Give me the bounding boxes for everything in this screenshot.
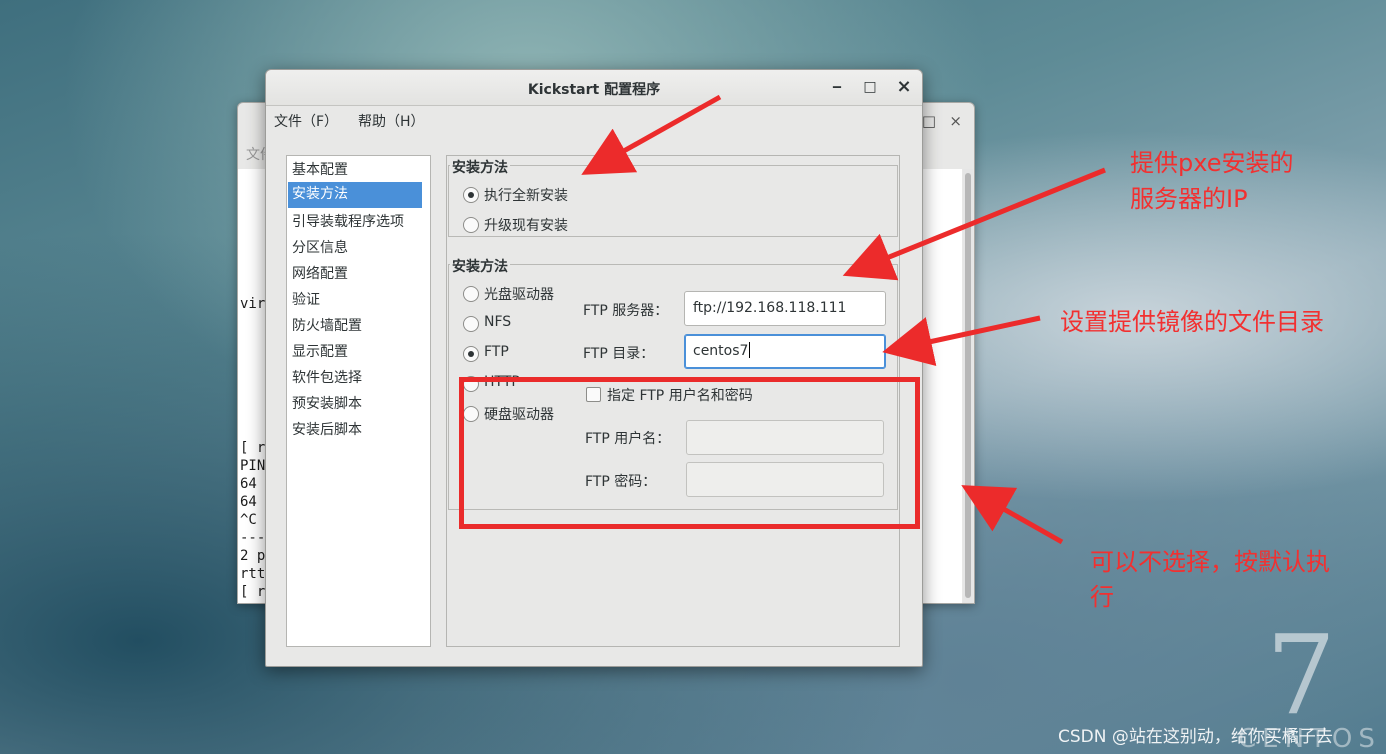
- arrow-to-ftp-dir: [882, 315, 1041, 366]
- annotation-server-ip-line1: 提供pxe安装的: [1130, 149, 1294, 177]
- annotation-optional-line1: 可以不选择，按默认执: [1090, 548, 1330, 576]
- csdn-watermark: CSDN @站在这别动，给你买橘子去: [1058, 727, 1333, 747]
- annotation-server-ip-line2: 服务器的IP: [1130, 185, 1248, 213]
- arrow-to-install-type: [581, 94, 722, 175]
- arrow-to-ftp-server: [842, 167, 1106, 281]
- annotation-optional-line2: 行: [1090, 583, 1114, 611]
- annotation-dir-note: 设置提供镜像的文件目录: [1060, 308, 1324, 336]
- arrow-to-credentials-box: [961, 485, 1064, 545]
- annotation-arrows: [581, 94, 1106, 545]
